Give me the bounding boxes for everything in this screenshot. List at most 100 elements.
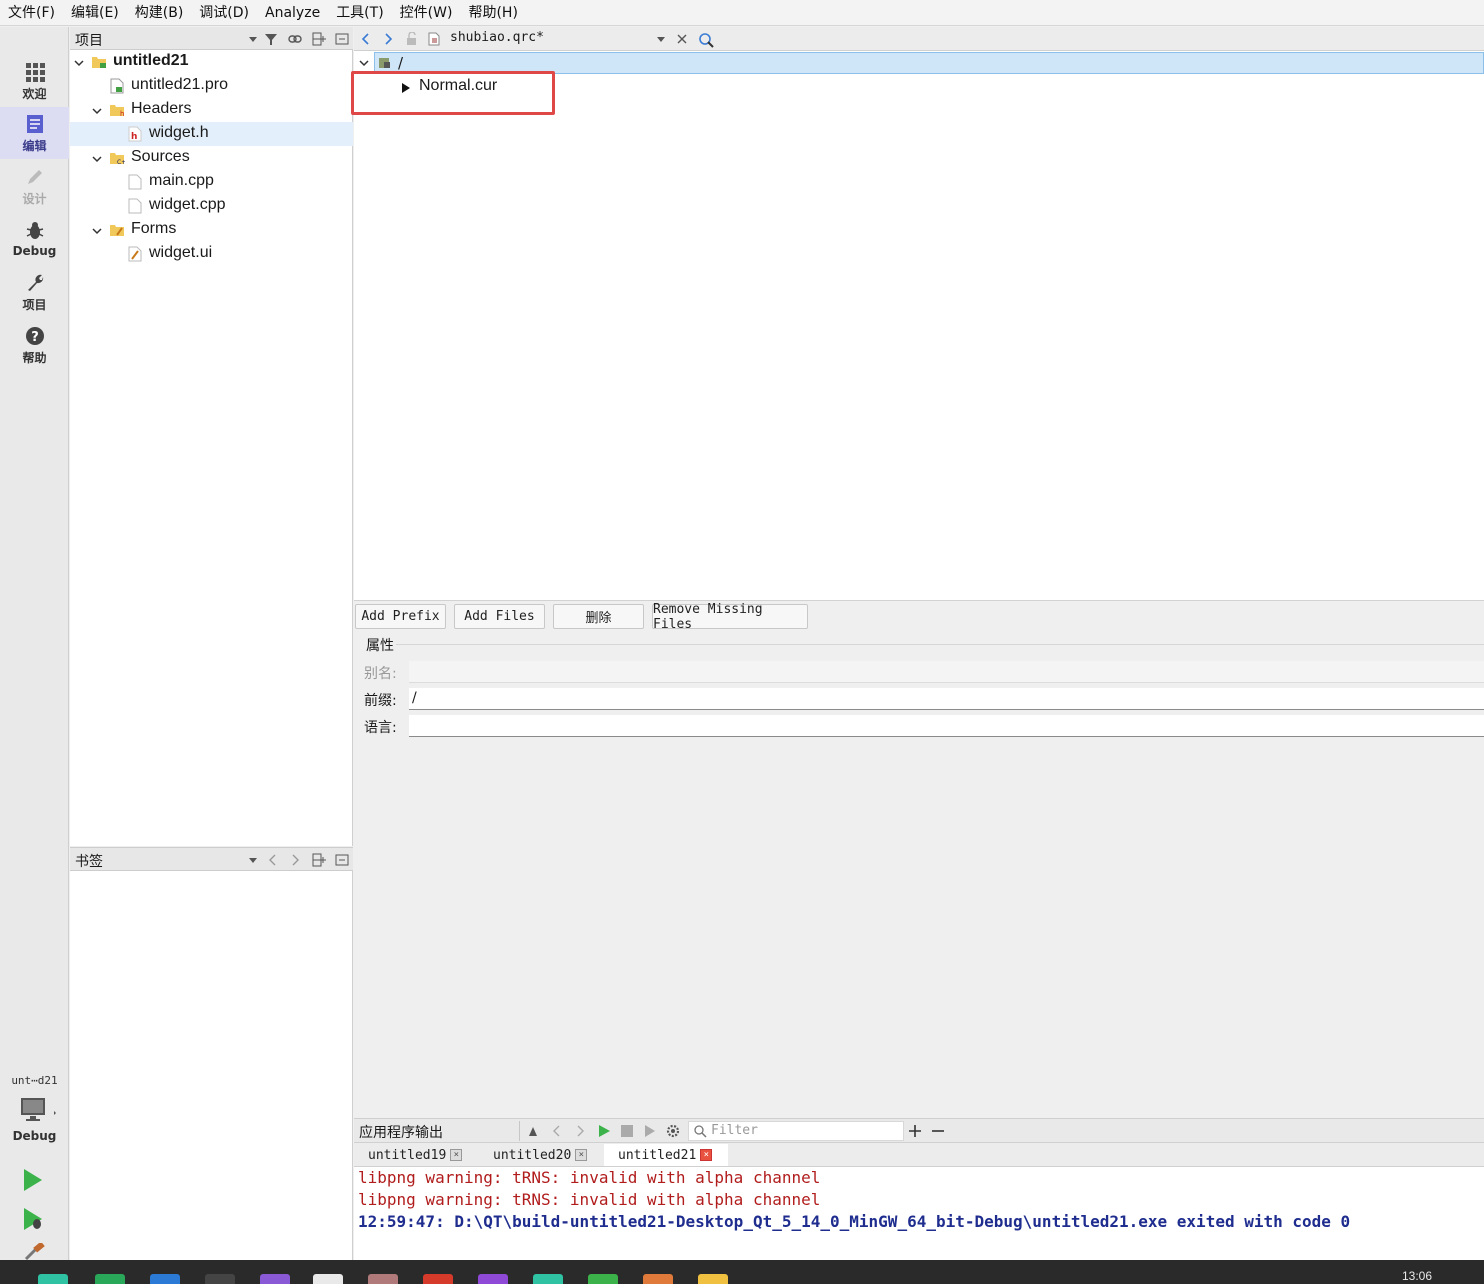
output-tab-untitled20[interactable]: untitled20 ×: [479, 1144, 603, 1166]
add-prefix-button[interactable]: Add Prefix: [355, 604, 446, 629]
dropdown-arrow-icon[interactable]: [246, 853, 260, 867]
zoom-out-icon[interactable]: [931, 1124, 945, 1138]
inspect-icon[interactable]: [698, 32, 714, 48]
run-output-icon[interactable]: [597, 1124, 611, 1138]
tree-node-widget-h[interactable]: h widget.h: [70, 122, 353, 146]
stop-icon[interactable]: [620, 1124, 634, 1138]
qt-creator-icon[interactable]: [588, 1274, 618, 1284]
app-icon[interactable]: [38, 1274, 68, 1284]
run-button[interactable]: [22, 1168, 44, 1196]
app-icon[interactable]: [478, 1274, 508, 1284]
vscode-icon[interactable]: [150, 1274, 180, 1284]
app-icon[interactable]: [95, 1274, 125, 1284]
output-tabs: untitled19 × untitled20 × untitled21 ×: [354, 1143, 1484, 1167]
gear-icon[interactable]: [666, 1124, 680, 1138]
app-icon[interactable]: [368, 1274, 398, 1284]
dropdown-arrow-icon[interactable]: [246, 32, 260, 46]
app-icon[interactable]: [533, 1274, 563, 1284]
kit-selector[interactable]: [20, 1097, 56, 1123]
output-tab-untitled21[interactable]: untitled21 ×: [604, 1144, 728, 1166]
editor-file-name[interactable]: shubiao.qrc*: [450, 30, 544, 45]
menu-edit[interactable]: 编辑(E): [63, 0, 127, 26]
tree-node-widget-cpp[interactable]: widget.cpp: [70, 194, 353, 218]
mode-help[interactable]: ? 帮助: [0, 319, 69, 371]
chevron-left-icon[interactable]: [266, 853, 280, 867]
filter-icon[interactable]: [264, 32, 278, 46]
split-icon[interactable]: [312, 32, 326, 46]
filter-input[interactable]: Filter: [688, 1121, 904, 1141]
output-tab-untitled19[interactable]: untitled19 ×: [354, 1144, 478, 1166]
bookmarks-panel-title: 书签: [75, 854, 103, 870]
reattach-icon[interactable]: [527, 1124, 541, 1138]
link-icon[interactable]: [288, 32, 302, 46]
properties-title: 属性: [366, 638, 394, 654]
tree-node-pro-file[interactable]: untitled21.pro: [70, 74, 353, 98]
prefix-field[interactable]: /: [409, 688, 1484, 710]
tab-label: untitled20: [493, 1147, 572, 1163]
app-icon[interactable]: [260, 1274, 290, 1284]
folder-icon[interactable]: [698, 1274, 728, 1284]
app-icon[interactable]: [423, 1274, 453, 1284]
close-document-icon[interactable]: [675, 32, 689, 46]
zoom-in-icon[interactable]: [908, 1124, 922, 1138]
menu-file[interactable]: 文件(F): [0, 0, 63, 26]
tree-node-main-cpp[interactable]: main.cpp: [70, 170, 353, 194]
app-icon[interactable]: [643, 1274, 673, 1284]
output-pane-title: 应用程序输出: [359, 1125, 443, 1141]
bug-icon: [24, 220, 46, 242]
mode-projects[interactable]: 项目: [0, 266, 69, 318]
app-icon[interactable]: [313, 1274, 343, 1284]
kit-project-label: unt⋯d21: [11, 1074, 58, 1087]
lock-icon[interactable]: [405, 31, 419, 46]
add-files-button[interactable]: Add Files: [454, 604, 545, 629]
pro-file-icon: [109, 78, 125, 94]
split-icon[interactable]: [312, 853, 326, 867]
kit-mode-label: Debug: [12, 1129, 57, 1143]
app-icon[interactable]: [205, 1274, 235, 1284]
menu-build[interactable]: 构建(B): [127, 0, 192, 26]
sources-folder-icon: C+: [109, 150, 126, 166]
alias-field[interactable]: [409, 661, 1484, 683]
close-tab-icon[interactable]: ×: [700, 1149, 713, 1161]
close-tab-icon[interactable]: ×: [450, 1149, 463, 1161]
attach-debugger-icon[interactable]: [643, 1124, 657, 1138]
mode-design[interactable]: 设计: [0, 160, 69, 212]
language-field[interactable]: [409, 715, 1484, 737]
tree-node-forms[interactable]: Forms: [70, 218, 353, 242]
remove-missing-files-button[interactable]: Remove Missing Files: [652, 602, 808, 632]
tree-node-widget-ui[interactable]: widget.ui: [70, 242, 353, 266]
forward-icon[interactable]: [381, 32, 395, 46]
chevron-right-icon[interactable]: [573, 1124, 587, 1138]
edit-document-icon: [24, 113, 46, 135]
bookmarks-list: [70, 871, 353, 1260]
chevron-down-icon[interactable]: [73, 56, 85, 68]
close-pane-icon[interactable]: [335, 32, 349, 46]
chevron-right-icon[interactable]: [288, 853, 302, 867]
menu-analyze[interactable]: Analyze: [257, 0, 328, 26]
menu-controls[interactable]: 控件(W): [392, 0, 461, 26]
alias-label: 别名:: [364, 666, 397, 682]
chevron-left-icon[interactable]: [550, 1124, 564, 1138]
menu-help[interactable]: 帮助(H): [460, 0, 525, 26]
mode-debug[interactable]: Debug: [0, 213, 69, 265]
chevron-down-icon[interactable]: [91, 104, 103, 116]
tree-node-headers[interactable]: h Headers: [70, 98, 353, 122]
chevron-down-icon[interactable]: [358, 57, 370, 69]
tree-node-sources[interactable]: C+ Sources: [70, 146, 353, 170]
close-tab-icon[interactable]: ×: [575, 1149, 588, 1161]
delete-button[interactable]: 删除: [553, 604, 644, 629]
project-folder-icon: [91, 54, 107, 70]
menu-tools[interactable]: 工具(T): [328, 0, 391, 26]
dropdown-arrow-icon[interactable]: [654, 32, 668, 46]
close-pane-icon[interactable]: [335, 853, 349, 867]
output-log[interactable]: libpng warning: tRNS: invalid with alpha…: [354, 1167, 1484, 1260]
chevron-down-icon[interactable]: [91, 224, 103, 236]
chevron-down-icon[interactable]: [91, 152, 103, 164]
mode-edit[interactable]: 编辑: [0, 107, 69, 159]
mode-welcome[interactable]: 欢迎: [0, 55, 69, 107]
menu-debug[interactable]: 调试(D): [191, 0, 257, 26]
tree-node-project[interactable]: untitled21: [70, 50, 353, 74]
editor-toolbar: shubiao.qrc*: [354, 27, 1484, 51]
debug-run-button[interactable]: [22, 1207, 46, 1235]
back-icon[interactable]: [359, 32, 373, 46]
